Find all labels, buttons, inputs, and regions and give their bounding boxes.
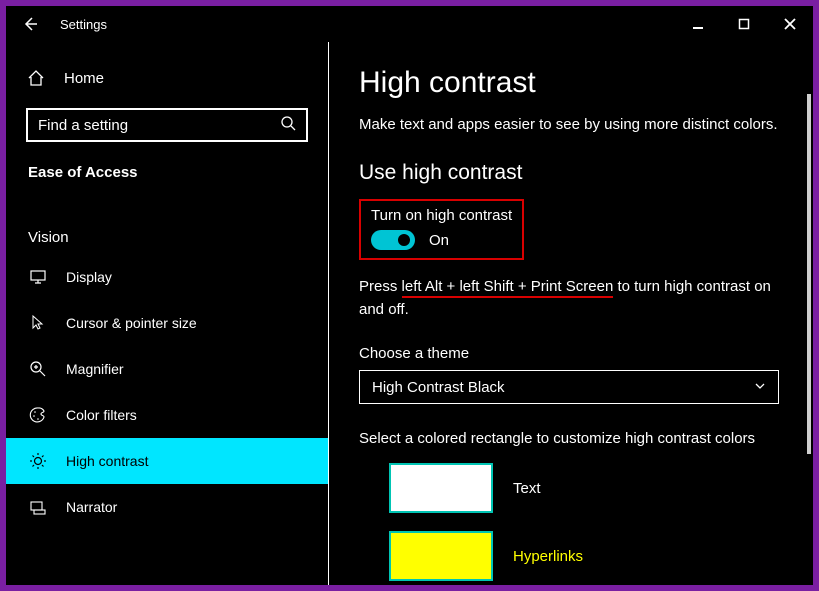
page-title: High contrast (359, 66, 793, 100)
toggle-knob (398, 234, 410, 246)
swatch-desc: Select a colored rectangle to customize … (359, 430, 793, 447)
titlebar: Settings (6, 6, 813, 42)
close-button[interactable] (767, 8, 813, 40)
sidebar-item-label: Narrator (66, 499, 117, 515)
sidebar-item-label: Magnifier (66, 361, 124, 377)
cursor-icon (28, 313, 48, 333)
sidebar-item-magnifier[interactable]: Magnifier (6, 346, 328, 392)
sidebar: Home Ease of Access Vision Display (6, 42, 329, 585)
toggle-state: On (429, 232, 449, 249)
magnifier-icon (28, 359, 48, 379)
search-wrap (26, 108, 308, 142)
sidebar-item-colorfilters[interactable]: Color filters (6, 392, 328, 438)
main-panel: High contrast Make text and apps easier … (329, 42, 813, 585)
close-icon (784, 18, 796, 30)
toggle-label: Turn on high contrast (371, 207, 512, 224)
sidebar-item-display[interactable]: Display (6, 254, 328, 300)
section-header: Ease of Access (6, 158, 328, 189)
swatch-row-hyperlinks: Hyperlinks (389, 531, 793, 581)
use-heading: Use high contrast (359, 161, 793, 185)
monitor-icon (28, 267, 48, 287)
home-nav[interactable]: Home (6, 60, 328, 96)
swatch-row-text: Text (389, 463, 793, 513)
maximize-icon (738, 18, 750, 30)
sidebar-item-narrator[interactable]: Narrator (6, 484, 328, 530)
group-label-vision: Vision (6, 189, 328, 254)
maximize-button[interactable] (721, 8, 767, 40)
app-title: Settings (60, 17, 107, 32)
sidebar-item-label: Cursor & pointer size (66, 315, 197, 331)
highlight-box: Turn on high contrast On (359, 199, 524, 260)
home-icon (26, 68, 46, 88)
swatch-text[interactable] (389, 463, 493, 513)
sidebar-item-cursor[interactable]: Cursor & pointer size (6, 300, 328, 346)
sidebar-item-label: Color filters (66, 407, 137, 423)
swatch-label-hyperlinks: Hyperlinks (513, 548, 583, 565)
hint-shortcut: left Alt + left Shift + Print Screen (402, 278, 614, 298)
back-button[interactable] (14, 8, 46, 40)
high-contrast-toggle[interactable] (371, 230, 415, 250)
back-arrow-icon (21, 15, 39, 33)
theme-select[interactable]: High Contrast Black (359, 370, 779, 404)
search-icon (280, 115, 296, 136)
window-controls (675, 8, 813, 40)
scrollbar[interactable] (807, 94, 811, 454)
narrator-icon (28, 497, 48, 517)
settings-window: Settings Home (6, 6, 813, 585)
theme-label: Choose a theme (359, 345, 793, 362)
home-label: Home (64, 70, 104, 87)
minimize-button[interactable] (675, 8, 721, 40)
content-area: Home Ease of Access Vision Display (6, 42, 813, 585)
search-input[interactable] (38, 117, 272, 134)
theme-value: High Contrast Black (372, 379, 505, 396)
chevron-down-icon (754, 379, 766, 396)
sidebar-item-label: High contrast (66, 453, 148, 469)
search-box[interactable] (26, 108, 308, 142)
swatch-label-text: Text (513, 480, 541, 497)
hint-prefix: Press (359, 278, 402, 295)
minimize-icon (692, 18, 704, 30)
swatch-hyperlinks[interactable] (389, 531, 493, 581)
page-description: Make text and apps easier to see by usin… (359, 116, 793, 133)
sidebar-item-label: Display (66, 269, 112, 285)
sidebar-item-highcontrast[interactable]: High contrast (6, 438, 328, 484)
nav-list: Display Cursor & pointer size Magnifier … (6, 254, 328, 530)
brightness-icon (28, 451, 48, 471)
shortcut-hint: Press left Alt + left Shift + Print Scre… (359, 276, 793, 321)
toggle-row: On (371, 230, 512, 250)
palette-icon (28, 405, 48, 425)
